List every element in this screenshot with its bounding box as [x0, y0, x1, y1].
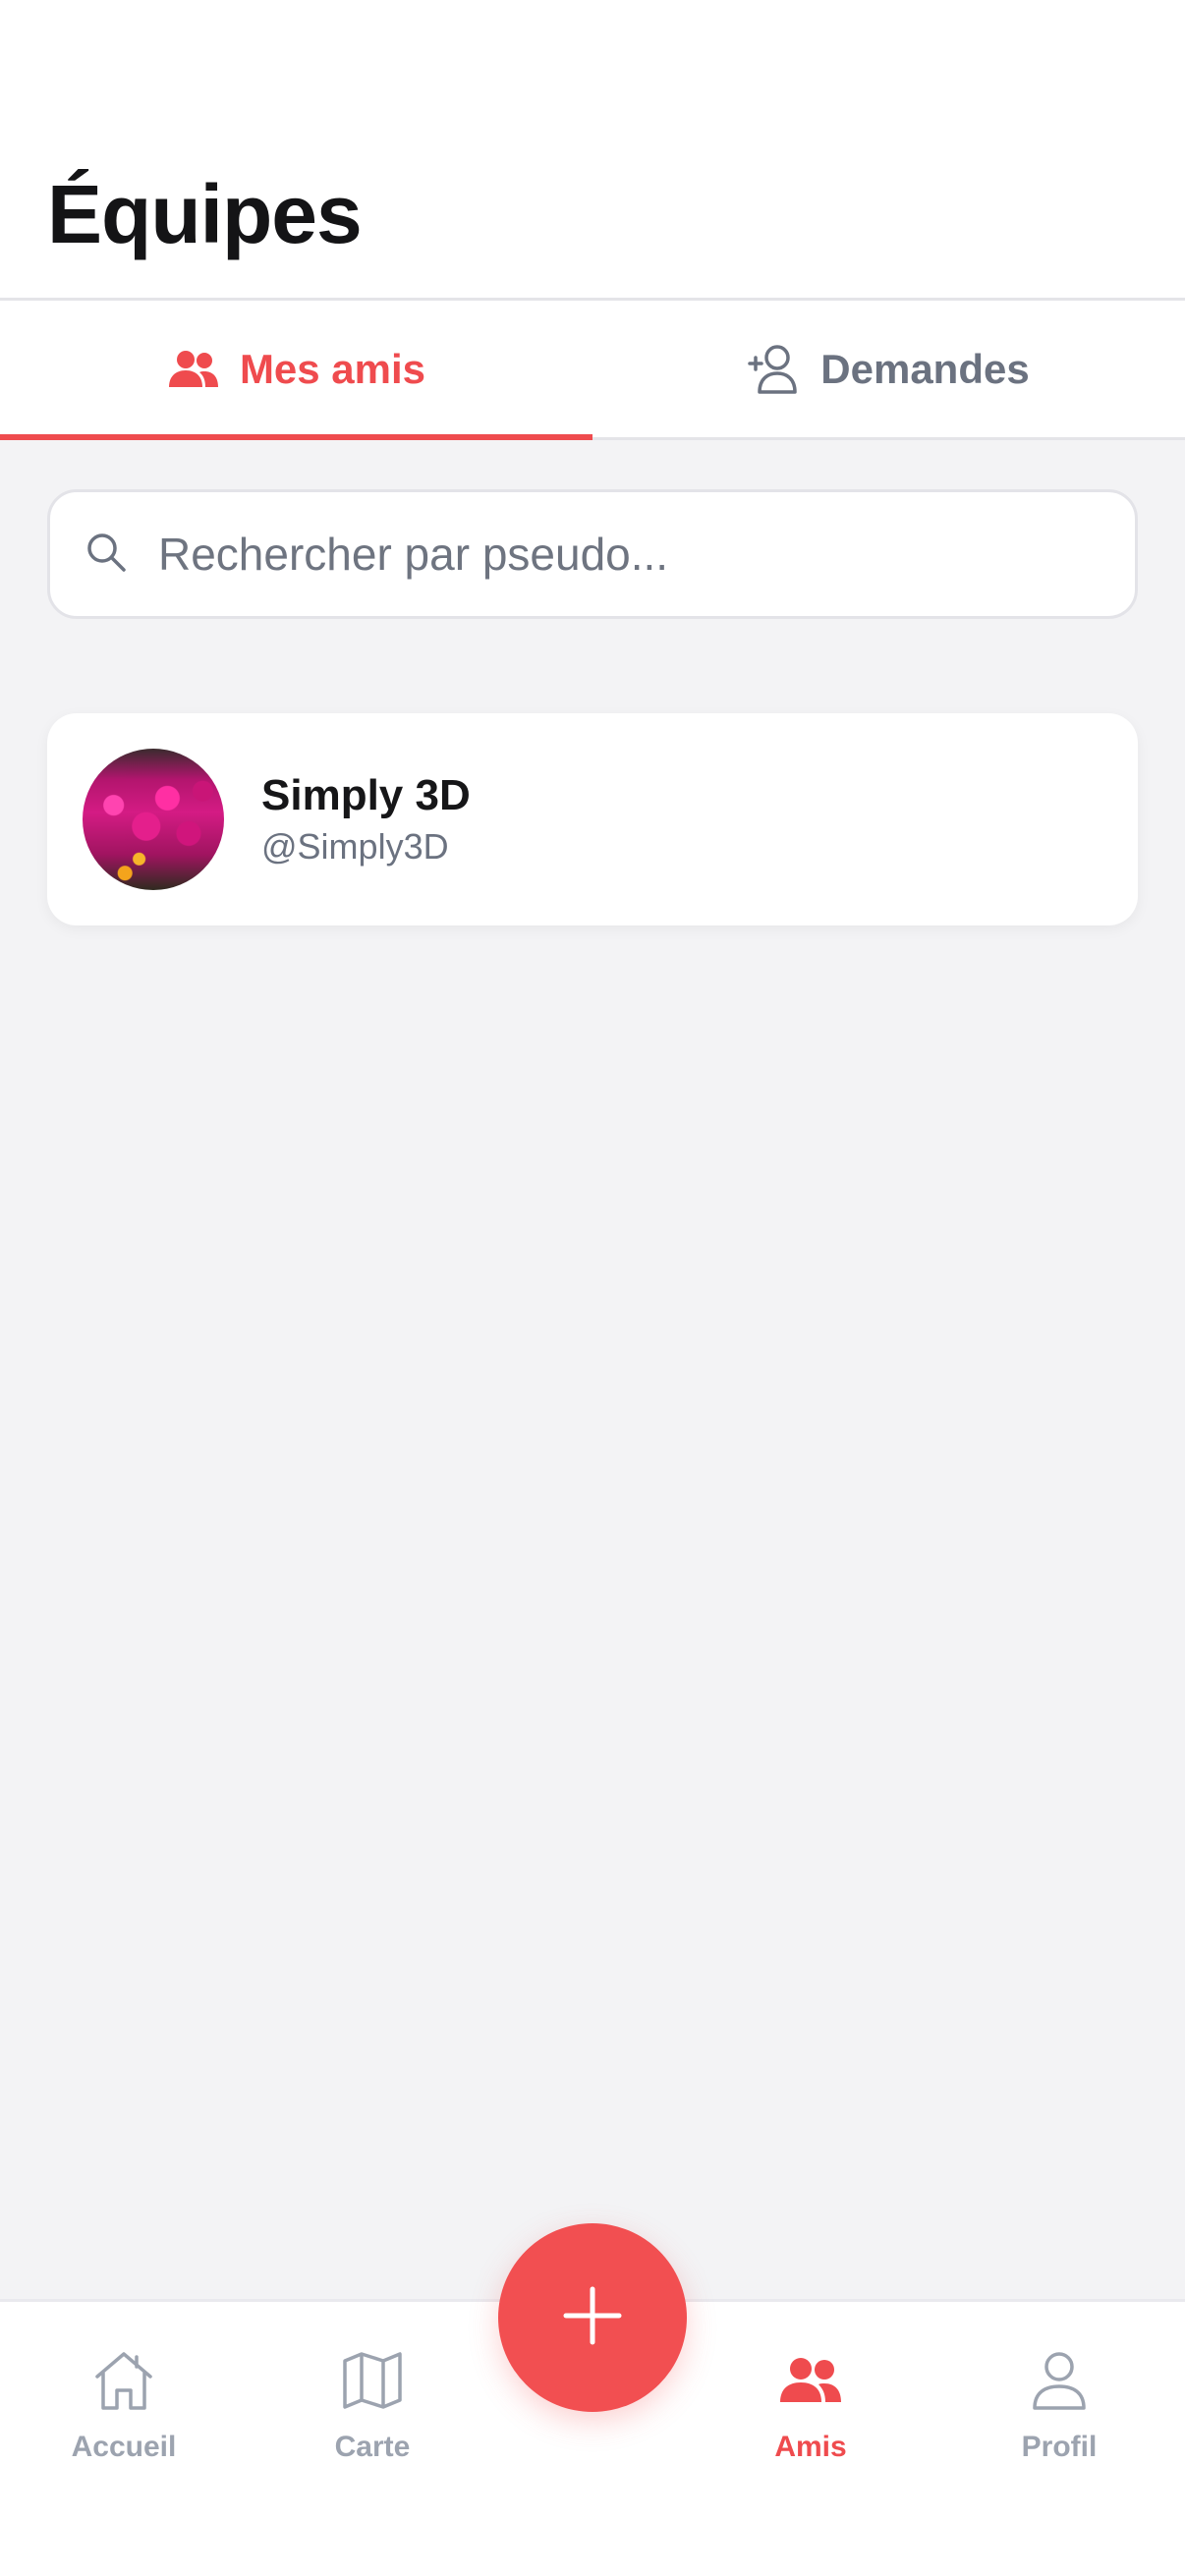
nav-item-carte[interactable]: Carte [284, 2349, 461, 2496]
nav-item-accueil[interactable]: Accueil [35, 2349, 212, 2496]
friend-handle: @Simply3D [261, 826, 449, 867]
user-icon [1027, 2349, 1092, 2417]
active-tab-indicator [0, 434, 592, 440]
nav-label: Accueil [71, 2431, 177, 2463]
nav-label: Carte [334, 2431, 411, 2463]
user-plus-icon [748, 344, 801, 395]
tab-mes-amis[interactable]: Mes amis [0, 301, 592, 440]
tab-bar: Mes amis Demandes [0, 301, 1185, 440]
nav-item-profil[interactable]: Profil [971, 2349, 1148, 2496]
tab-demandes[interactable]: Demandes [592, 301, 1185, 437]
friend-list-item[interactable]: Simply 3D @Simply3D [47, 713, 1138, 925]
home-icon [91, 2349, 156, 2417]
nav-label: Profil [1021, 2431, 1098, 2463]
nav-item-amis[interactable]: Amis [722, 2349, 899, 2496]
page-title: Équipes [47, 168, 363, 260]
map-icon [340, 2349, 405, 2417]
nav-label: Amis [774, 2431, 847, 2463]
tab-label: Demandes [820, 345, 1030, 392]
tab-label: Mes amis [239, 345, 426, 392]
header: Équipes [0, 0, 1185, 301]
add-button[interactable] [498, 2223, 687, 2412]
avatar [83, 749, 224, 890]
search-icon [85, 532, 127, 578]
plus-icon [563, 2286, 622, 2350]
users-icon [777, 2349, 844, 2417]
search-input[interactable] [158, 528, 1101, 581]
users-icon [167, 350, 220, 389]
search-bar[interactable] [47, 489, 1138, 619]
friend-info: Simply 3D @Simply3D [261, 769, 471, 869]
friend-name: Simply 3D [261, 771, 471, 819]
